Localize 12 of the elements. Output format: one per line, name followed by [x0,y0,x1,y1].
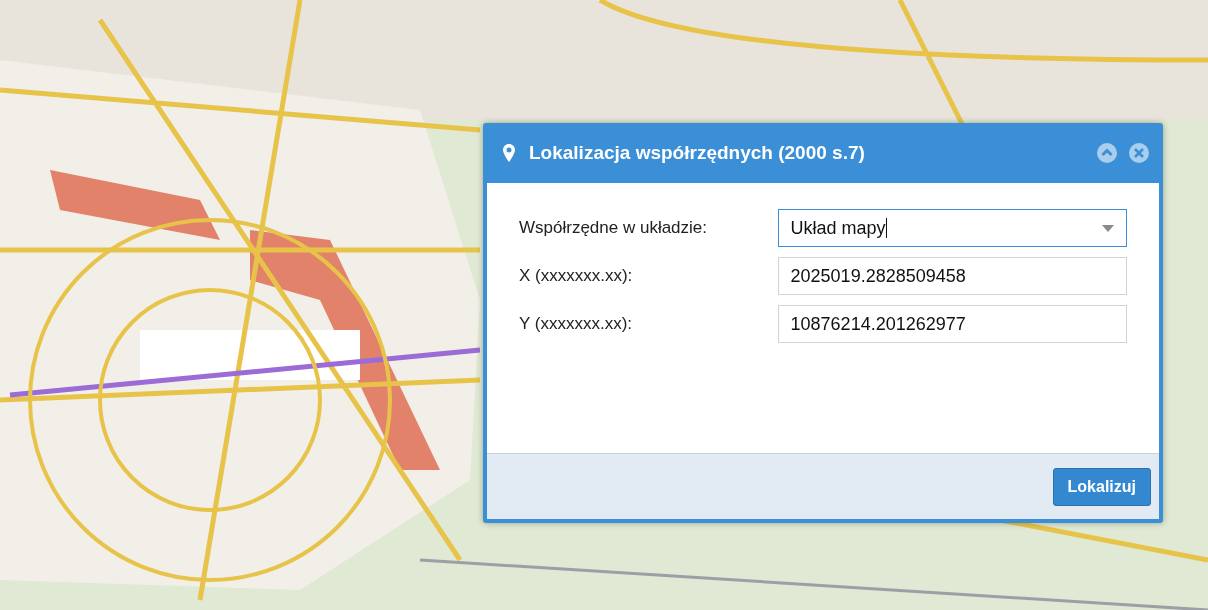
input-field[interactable]: 10876214.201262977 [777,305,1127,343]
collapse-icon[interactable] [1097,143,1117,163]
close-icon[interactable] [1129,143,1149,163]
field-label: X (xxxxxxx.xx): [519,266,634,286]
locate-button[interactable]: Lokalizuj [1052,467,1151,506]
dropdown-field[interactable]: Układ mapy [777,209,1127,247]
caret-icon [1102,224,1114,232]
field-label: Współrzędne w układzie: [519,218,709,238]
map-pin-icon [503,144,515,162]
field-label: Y (xxxxxxx.xx): [519,314,634,334]
dialog-title: Lokalizacja współrzędnych (2000 s.7) [529,142,865,164]
input-field[interactable]: 2025019.2828509458 [777,257,1127,295]
